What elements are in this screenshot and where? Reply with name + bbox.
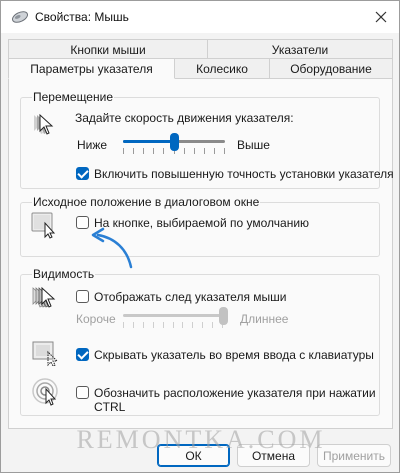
group-title-movement: Перемещение bbox=[32, 90, 114, 104]
trails-slider-thumb[interactable] bbox=[218, 307, 228, 325]
slider-tick bbox=[142, 322, 144, 328]
mouse-properties-window: Свойства: Мышь Кнопки мыши Указатели Пар… bbox=[0, 0, 400, 473]
slider-tick bbox=[193, 148, 195, 154]
hide-while-typing-checkbox[interactable] bbox=[76, 348, 89, 361]
close-button[interactable] bbox=[369, 5, 393, 29]
tab-pointer-options[interactable]: Параметры указателя bbox=[8, 58, 175, 79]
ok-button-label: ОК bbox=[185, 448, 202, 463]
tab-mouse-buttons[interactable]: Кнопки мыши bbox=[8, 39, 208, 60]
trails-longer-label: Длиннее bbox=[240, 312, 289, 326]
group-title-snap-to: Исходное положение в диалоговом окне bbox=[32, 195, 261, 209]
pointer-trails-checkbox[interactable] bbox=[76, 290, 89, 303]
slider-tick bbox=[163, 148, 165, 154]
slider-tick bbox=[202, 322, 204, 328]
slider-tick bbox=[133, 148, 135, 154]
speed-label: Задайте скорость движения указателя: bbox=[75, 111, 294, 125]
title-bar: Свойства: Мышь bbox=[1, 1, 399, 33]
tab-label: Оборудование bbox=[290, 61, 372, 76]
mouse-icon bbox=[12, 11, 28, 23]
show-location-ctrl-label-line1: Обозначить расположение указателя при на… bbox=[94, 386, 376, 400]
enhance-precision-label: Включить повышенную точность установки у… bbox=[94, 167, 394, 181]
slider-tick bbox=[182, 322, 184, 328]
enhance-precision-checkbox[interactable] bbox=[76, 167, 89, 180]
hide-while-typing-icon bbox=[32, 341, 59, 367]
cancel-button-label: Отмена bbox=[251, 448, 296, 463]
tab-label: Параметры указателя bbox=[30, 61, 153, 76]
speed-faster-label: Выше bbox=[237, 138, 270, 152]
slider-tick bbox=[192, 322, 194, 328]
tab-wheel[interactable]: Колесико bbox=[174, 58, 270, 79]
trails-shorter-label: Короче bbox=[76, 312, 116, 326]
pointer-speed-icon bbox=[34, 113, 54, 135]
show-location-ctrl-label-line2: CTRL bbox=[94, 400, 126, 414]
show-location-ctrl-icon bbox=[32, 378, 58, 406]
slider-tick bbox=[153, 148, 155, 154]
hide-while-typing-label: Скрывать указатель во время ввода с клав… bbox=[94, 348, 374, 362]
slider-tick bbox=[224, 148, 225, 154]
slider-tick bbox=[213, 148, 215, 154]
slider-tick bbox=[172, 322, 174, 328]
slider-tick bbox=[162, 322, 164, 328]
tab-label: Указатели bbox=[271, 42, 329, 57]
apply-button[interactable]: Применить bbox=[317, 444, 391, 467]
trails-slider-track[interactable] bbox=[123, 314, 223, 317]
window-title: Свойства: Мышь bbox=[35, 10, 129, 24]
apply-button-label: Применить bbox=[322, 448, 385, 463]
close-icon bbox=[375, 11, 387, 23]
slider-tick bbox=[143, 148, 145, 154]
tab-label: Колесико bbox=[196, 61, 248, 76]
pointer-trails-icon bbox=[32, 286, 56, 308]
show-location-ctrl-checkbox[interactable] bbox=[76, 386, 89, 399]
annotation-arrow-icon bbox=[91, 227, 133, 269]
tab-pointers[interactable]: Указатели bbox=[207, 39, 393, 60]
speed-slider-thumb[interactable] bbox=[169, 133, 179, 151]
slider-tick bbox=[203, 148, 205, 154]
slider-tick bbox=[123, 148, 124, 154]
slider-tick bbox=[152, 322, 154, 328]
speed-slower-label: Ниже bbox=[77, 138, 108, 152]
tab-hardware[interactable]: Оборудование bbox=[269, 58, 393, 79]
ok-button[interactable]: ОК bbox=[157, 444, 230, 467]
slider-tick bbox=[183, 148, 185, 154]
slider-tick bbox=[123, 322, 124, 328]
trails-slider-ticks bbox=[123, 322, 223, 328]
cancel-button[interactable]: Отмена bbox=[237, 444, 310, 467]
snap-to-default-icon bbox=[31, 212, 56, 239]
slider-tick bbox=[212, 322, 214, 328]
pointer-trails-label: Отображать след указателя мыши bbox=[94, 290, 287, 304]
slider-tick bbox=[132, 322, 134, 328]
tab-label: Кнопки мыши bbox=[70, 42, 146, 57]
speed-slider-fill bbox=[123, 140, 174, 143]
